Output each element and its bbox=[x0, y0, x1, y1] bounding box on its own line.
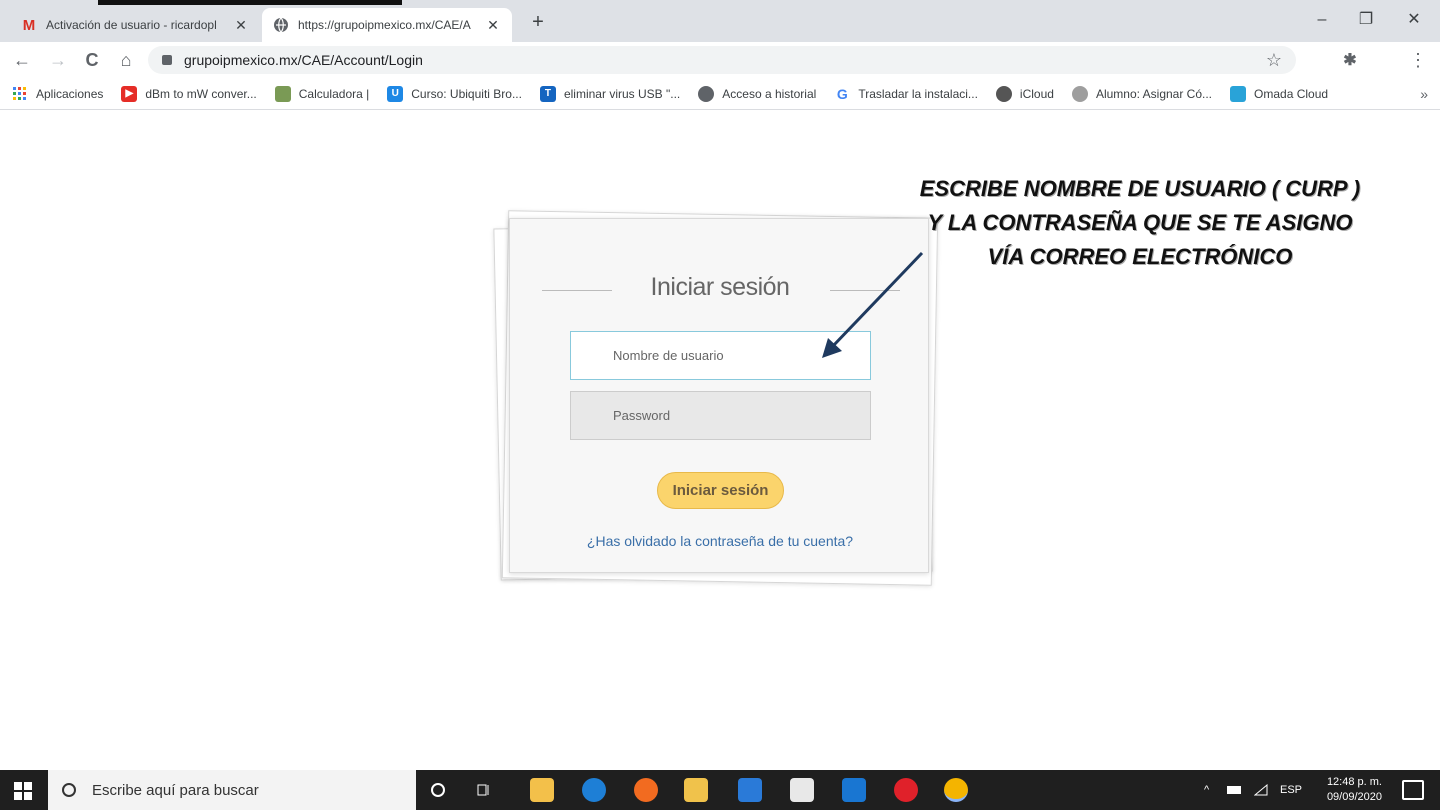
lock-icon bbox=[162, 55, 172, 65]
globe-icon bbox=[698, 85, 715, 102]
network-icon[interactable] bbox=[1226, 770, 1242, 810]
language-indicator[interactable]: ESP bbox=[1280, 770, 1302, 810]
search-placeholder: Escribe aquí para buscar bbox=[92, 781, 259, 799]
edge-icon[interactable] bbox=[582, 778, 606, 802]
bookmark-label: Calculadora | bbox=[298, 86, 370, 101]
bookmark-label: Acceso a historial bbox=[722, 86, 817, 101]
clock-time: 12:48 p. m. bbox=[1326, 776, 1382, 788]
tutorial-icon: T bbox=[539, 85, 556, 102]
tray-chevron-icon[interactable]: ^ bbox=[1204, 770, 1209, 810]
tab-login[interactable]: https://grupoipmexico.mx/CAE/A ✕ bbox=[262, 8, 512, 42]
instruction-annotation: ESCRIBE NOMBRE DE USUARIO ( CURP ) Y LA … bbox=[890, 172, 1390, 274]
photos-icon[interactable] bbox=[842, 778, 866, 802]
annotation-line: Y LA CONTRASEÑA QUE SE TE ASIGNO bbox=[927, 210, 1353, 235]
extensions-puzzle-icon[interactable]: ✱ bbox=[1340, 51, 1360, 71]
opera-icon[interactable] bbox=[894, 778, 918, 802]
back-button[interactable]: ← bbox=[10, 48, 34, 72]
bookmark-item[interactable]: ▶ dBm to mW conver... bbox=[121, 85, 257, 102]
bookmark-item[interactable]: Omada Cloud bbox=[1230, 85, 1329, 102]
notification-center-icon[interactable] bbox=[1402, 780, 1424, 800]
bookmark-label: Omada Cloud bbox=[1254, 86, 1329, 101]
forward-button[interactable]: → bbox=[46, 48, 70, 72]
adblock-extension-icon[interactable]: ABP bbox=[1306, 51, 1326, 71]
chrome-icon[interactable] bbox=[944, 778, 968, 802]
apple-icon bbox=[995, 85, 1012, 102]
address-bar[interactable]: grupoipmexico.mx/CAE/Account/Login ☆ bbox=[148, 46, 1296, 74]
tab-strip: M Activación de usuario - ricardopl ✕ ht… bbox=[0, 0, 1440, 42]
firefox-icon[interactable] bbox=[634, 778, 658, 802]
bookmark-item[interactable]: Teliminar virus USB "... bbox=[539, 85, 681, 102]
restore-button[interactable]: ❐ bbox=[1346, 8, 1386, 32]
redaction-bar bbox=[98, 0, 402, 5]
bookmark-label: Curso: Ubiquiti Bro... bbox=[411, 86, 522, 101]
close-tab-icon[interactable]: ✕ bbox=[232, 17, 250, 34]
bookmark-item[interactable]: G Trasladar la instalaci... bbox=[834, 86, 978, 102]
browser-menu-icon[interactable]: ⋮ bbox=[1406, 48, 1430, 72]
clock-date: 09/09/2020 bbox=[1326, 791, 1382, 803]
login-card: Iniciar sesión Iniciar sesión ¿Has olvid… bbox=[509, 218, 929, 573]
annotation-line: ESCRIBE NOMBRE DE USUARIO ( CURP ) bbox=[919, 176, 1361, 201]
password-input[interactable] bbox=[570, 391, 871, 440]
tab-title: https://grupoipmexico.mx/CAE/A bbox=[298, 18, 471, 32]
bookmark-label: Aplicaciones bbox=[36, 86, 104, 101]
file-explorer-icon[interactable] bbox=[684, 778, 708, 802]
school-icon bbox=[1071, 85, 1088, 102]
reload-button[interactable]: C bbox=[80, 48, 104, 72]
apps-grid-icon bbox=[12, 86, 28, 102]
bookmark-label: Alumno: Asignar Có... bbox=[1095, 86, 1213, 101]
annotation-line: VÍA CORREO ELECTRÓNICO bbox=[987, 244, 1293, 269]
minimize-button[interactable]: – bbox=[1302, 8, 1342, 32]
bookmark-star-icon[interactable]: ☆ bbox=[1266, 50, 1282, 71]
bookmark-item[interactable]: iCloud bbox=[995, 85, 1054, 102]
bookmark-label: dBm to mW conver... bbox=[145, 86, 257, 101]
bookmark-label: Trasladar la instalaci... bbox=[858, 86, 978, 101]
wifi-icon[interactable] bbox=[1254, 770, 1268, 810]
login-heading: Iniciar sesión bbox=[650, 273, 790, 301]
task-view-icon[interactable] bbox=[472, 778, 496, 802]
store-icon[interactable] bbox=[530, 778, 554, 802]
profile-avatar[interactable] bbox=[1372, 51, 1392, 71]
bookmarks-bar: Aplicaciones ▶ dBm to mW conver... Calcul… bbox=[0, 78, 1440, 110]
tab-title: Activación de usuario - ricardopl bbox=[46, 18, 217, 32]
forgot-password-link[interactable]: ¿Has olvidado la contraseña de tu cuenta… bbox=[510, 533, 930, 549]
ubiquiti-icon: U bbox=[387, 85, 404, 102]
bookmark-item[interactable]: U Curso: Ubiquiti Bro... bbox=[387, 85, 522, 102]
omada-icon bbox=[1230, 85, 1247, 102]
globe-icon bbox=[272, 17, 290, 33]
windows-taskbar: Escribe aquí para buscar ^ ESP 12:48 p. … bbox=[0, 770, 1440, 810]
youtube-icon: ▶ bbox=[121, 85, 138, 102]
close-window-button[interactable]: ✕ bbox=[1394, 8, 1434, 32]
screen: M Activación de usuario - ricardopl ✕ ht… bbox=[0, 0, 1440, 810]
gmail-icon: M bbox=[22, 16, 36, 34]
system-clock[interactable]: 12:48 p. m. 09/09/2020 bbox=[1327, 775, 1382, 805]
login-button[interactable]: Iniciar sesión bbox=[657, 472, 784, 509]
taskbar-search[interactable]: Escribe aquí para buscar bbox=[48, 770, 416, 810]
new-tab-button[interactable]: + bbox=[526, 10, 550, 34]
address-text: grupoipmexico.mx/CAE/Account/Login bbox=[184, 52, 423, 68]
bookmark-item[interactable]: Aplicaciones bbox=[12, 86, 103, 102]
document-icon[interactable] bbox=[790, 778, 814, 802]
calculator-icon bbox=[274, 85, 291, 102]
more-bookmarks-icon[interactable]: » bbox=[1420, 86, 1428, 102]
bookmark-label: eliminar virus USB "... bbox=[563, 86, 681, 101]
tab-gmail[interactable]: M Activación de usuario - ricardopl ✕ bbox=[10, 8, 260, 42]
search-icon bbox=[62, 783, 76, 797]
username-input[interactable] bbox=[570, 331, 871, 380]
bookmark-item[interactable]: Calculadora | bbox=[274, 85, 370, 102]
mail-icon[interactable] bbox=[738, 778, 762, 802]
bookmark-label: iCloud bbox=[1019, 86, 1054, 101]
google-icon: G bbox=[836, 85, 848, 102]
close-tab-icon[interactable]: ✕ bbox=[484, 17, 502, 34]
browser-toolbar: ← → C ⌂ grupoipmexico.mx/CAE/Account/Log… bbox=[0, 42, 1440, 78]
bookmark-item[interactable]: Alumno: Asignar Có... bbox=[1071, 85, 1213, 102]
windows-start-icon[interactable] bbox=[14, 782, 32, 800]
bookmark-item[interactable]: Acceso a historial bbox=[698, 85, 817, 102]
cortana-icon[interactable] bbox=[426, 778, 450, 802]
home-button[interactable]: ⌂ bbox=[114, 48, 138, 72]
